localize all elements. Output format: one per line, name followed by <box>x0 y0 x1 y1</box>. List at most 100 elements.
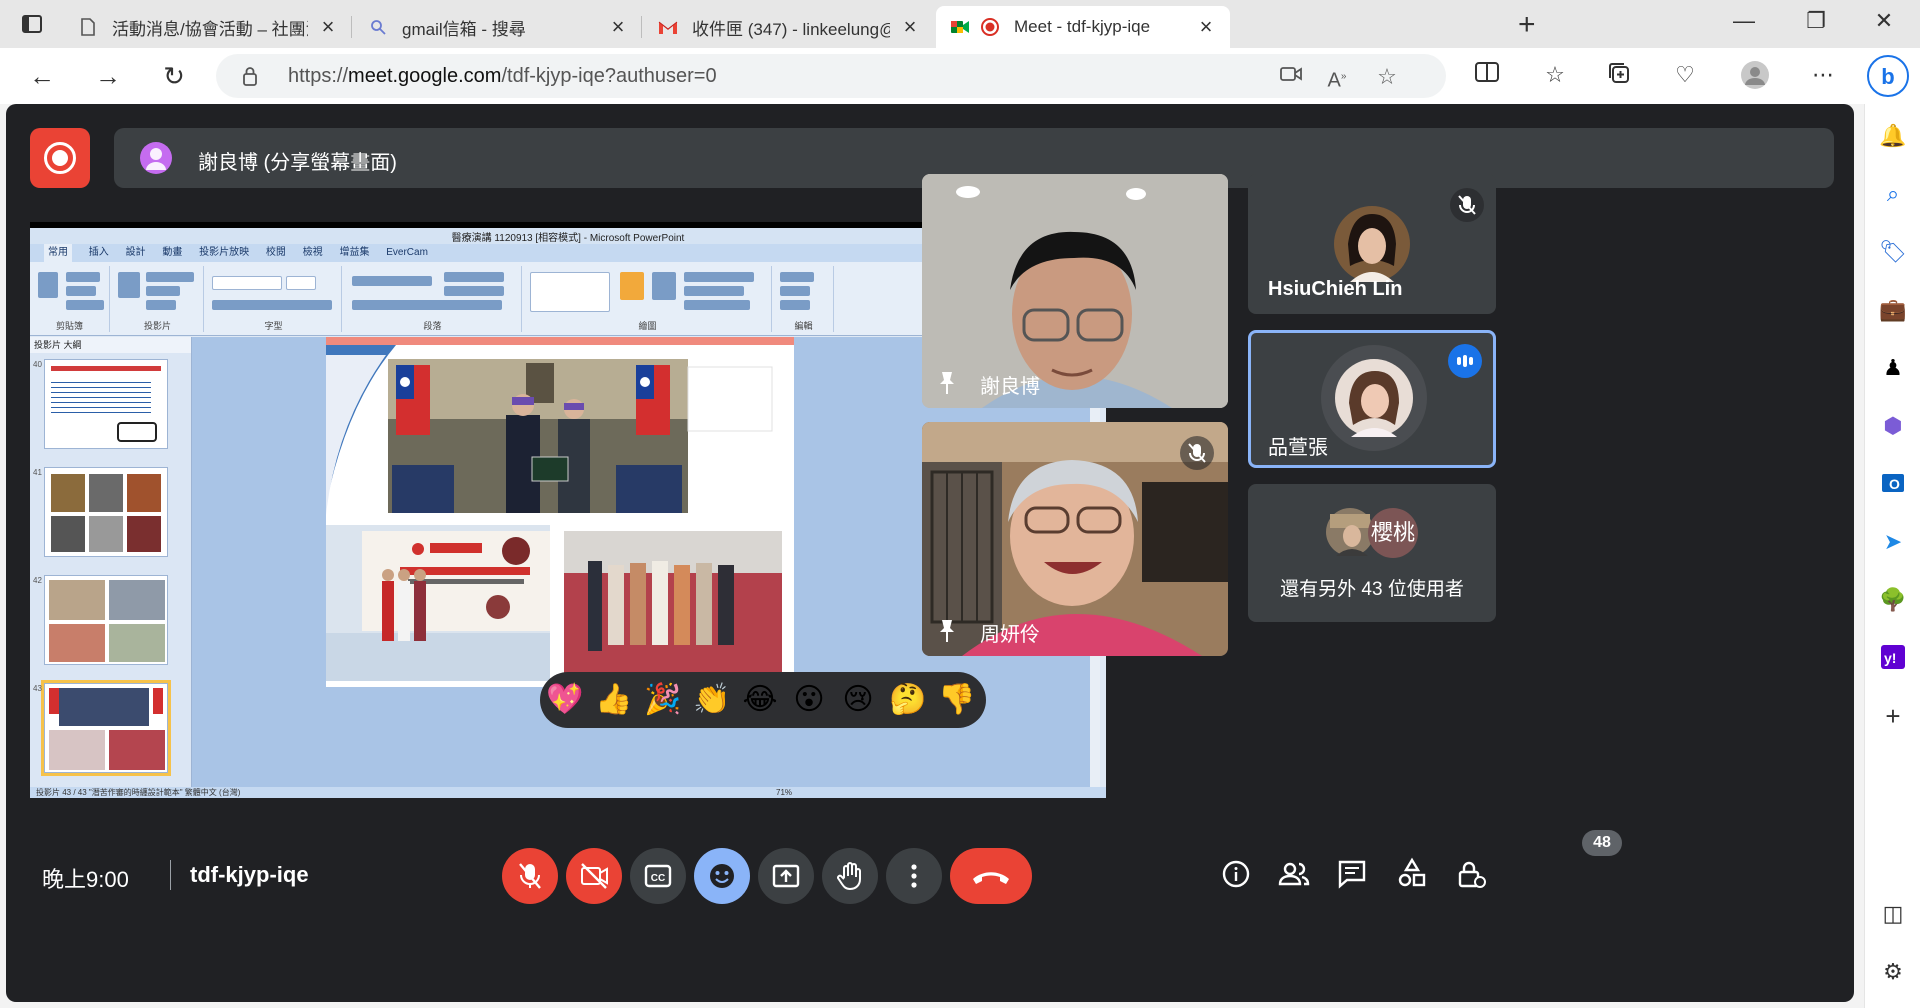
close-window-icon[interactable]: ✕ <box>1864 8 1904 34</box>
browser-tab[interactable]: gmail信箱 - 搜尋 × <box>354 6 642 48</box>
participant-video-tile[interactable]: 謝良博 <box>922 174 1228 408</box>
slide-thumbnail[interactable]: 40 <box>33 359 168 449</box>
hand-icon <box>837 862 861 891</box>
back-icon[interactable]: ← <box>26 60 58 92</box>
add-icon[interactable]: + <box>1879 702 1907 730</box>
send-icon[interactable]: ➤ <box>1879 528 1907 556</box>
tab-actions-icon[interactable] <box>20 12 44 36</box>
slide-thumbnail[interactable]: 41 <box>33 467 168 557</box>
present-screen-button[interactable] <box>758 848 814 904</box>
present-icon <box>772 864 800 888</box>
recording-icon <box>980 17 1000 37</box>
pin-icon[interactable] <box>936 618 958 644</box>
games-icon[interactable]: ♟ <box>1879 354 1907 382</box>
participant-tile-speaking[interactable]: 品萱張 <box>1248 330 1496 468</box>
copilot-icon[interactable]: b <box>1866 54 1910 98</box>
tag-icon[interactable]: 🏷 <box>1879 238 1907 266</box>
ppt-tab: 增益集 <box>339 247 370 258</box>
collections-icon[interactable] <box>1604 60 1634 90</box>
captions-button[interactable]: CC <box>630 848 686 904</box>
browser-tab-active[interactable]: Meet - tdf-kjyp-iqe × <box>936 6 1230 48</box>
presenter-avatar <box>140 142 172 174</box>
raise-hand-button[interactable] <box>822 848 878 904</box>
host-controls-icon[interactable] <box>1448 852 1492 896</box>
participant-video <box>922 174 1228 408</box>
browser-essentials-icon[interactable]: ♡ <box>1670 60 1700 90</box>
browser-tab[interactable]: 活動消息/協會活動 – 社團法人台 × <box>64 6 352 48</box>
tree-icon[interactable]: 🌳 <box>1879 586 1907 614</box>
participant-tile[interactable]: HsiuChieh Lin <box>1248 174 1496 314</box>
close-tab-icon[interactable]: × <box>318 14 338 40</box>
minimize-icon[interactable]: — <box>1724 8 1764 34</box>
svg-text:y!: y! <box>1884 650 1896 666</box>
camera-toggle-button[interactable] <box>566 848 622 904</box>
ppt-tab: 設計 <box>125 247 146 258</box>
favorites-icon[interactable]: ☆ <box>1540 60 1570 90</box>
close-tab-icon[interactable]: × <box>1196 14 1216 40</box>
split-screen-icon[interactable] <box>1472 60 1502 90</box>
more-options-button[interactable] <box>886 848 942 904</box>
more-participants-text: 還有另外 43 位使用者 <box>1280 579 1464 600</box>
slide-thumbnail-selected[interactable]: 43 <box>33 680 171 776</box>
forward-icon[interactable]: → <box>92 60 124 92</box>
participant-video-tile[interactable]: 周妍伶 <box>922 422 1228 656</box>
read-aloud-icon[interactable]: A» <box>1324 64 1350 92</box>
ppt-slide-panel: 投影片 大綱 40 41 42 43 <box>30 337 192 787</box>
ppt-tab: EverCam <box>386 247 428 258</box>
reaction-joy[interactable]: 😂 <box>742 682 778 718</box>
camera-in-use-icon[interactable] <box>1278 64 1304 90</box>
reaction-thumbs-down[interactable]: 👎 <box>938 682 975 718</box>
yahoo-icon[interactable]: y! <box>1879 644 1907 672</box>
leave-call-button[interactable] <box>950 848 1032 904</box>
slide-thumbnail[interactable]: 42 <box>33 575 168 665</box>
chat-icon[interactable] <box>1330 852 1374 896</box>
bell-icon[interactable]: 🔔 <box>1879 122 1907 150</box>
current-slide[interactable] <box>326 337 794 687</box>
reaction-crying[interactable]: 😢 <box>840 682 876 718</box>
restore-icon[interactable]: ❐ <box>1796 8 1836 34</box>
ppt-tab: 投影片放映 <box>199 247 250 258</box>
page-icon <box>78 17 98 37</box>
refresh-icon[interactable]: ↻ <box>158 60 190 92</box>
new-tab-icon[interactable]: + <box>1518 8 1536 42</box>
reaction-surprised[interactable]: 😮 <box>791 682 827 718</box>
people-icon[interactable] <box>1272 852 1316 896</box>
close-tab-icon[interactable]: × <box>900 14 920 40</box>
ribbon-group: 剪貼簿 <box>30 266 110 332</box>
more-participants-tile[interactable]: 櫻桃 還有另外 43 位使用者 <box>1248 484 1496 622</box>
participant-initial-avatar: 櫻桃 <box>1368 508 1418 558</box>
reactions-button[interactable] <box>694 848 750 904</box>
pin-icon[interactable] <box>936 370 958 396</box>
briefcase-icon[interactable]: 💼 <box>1879 296 1907 324</box>
meeting-details-icon[interactable] <box>1214 852 1258 896</box>
favorite-star-icon[interactable]: ☆ <box>1374 64 1400 90</box>
reaction-thinking[interactable]: 🤔 <box>889 682 926 718</box>
ribbon-group: 字型 <box>206 266 342 332</box>
reaction-thumbs-up[interactable]: 👍 <box>595 682 632 718</box>
browser-tab[interactable]: 收件匣 (347) - linkeelung@gmail × <box>644 6 934 48</box>
reaction-sparkling-heart[interactable]: 💖 <box>546 682 583 718</box>
close-tab-icon[interactable]: × <box>608 14 628 40</box>
settings-gear-icon[interactable]: ⚙ <box>1879 958 1907 986</box>
recording-indicator[interactable] <box>30 128 90 188</box>
emoji-icon <box>710 864 734 888</box>
more-menu-icon[interactable]: ⋯ <box>1808 60 1838 90</box>
ppt-status-bar: 投影片 43 / 43 "潛苦作審的時纏設計範本" 繁體中文 (台灣) 71% <box>30 787 1106 798</box>
search-icon[interactable]: ⌕ <box>1879 180 1907 208</box>
outlook-icon[interactable]: O <box>1879 470 1907 498</box>
activities-icon[interactable] <box>1390 852 1434 896</box>
url-text: https://meet.google.com/tdf-kjyp-iqe?aut… <box>288 65 717 87</box>
sidebar-toggle-icon[interactable]: ◫ <box>1879 900 1907 928</box>
ribbon-group: 編輯 <box>774 266 834 332</box>
tab-title: gmail信箱 - 搜尋 <box>402 19 526 39</box>
address-bar[interactable]: https://meet.google.com/tdf-kjyp-iqe?aut… <box>216 54 1446 98</box>
profile-avatar[interactable] <box>1740 60 1770 90</box>
reaction-clapping[interactable]: 👏 <box>693 682 730 718</box>
copilot-apps-icon[interactable]: ⬢ <box>1879 412 1907 440</box>
browser-sidebar: 🔔 ⌕ 🏷 💼 ♟ ⬢ O ➤ 🌳 y! + ◫ ⚙ <box>1864 104 1920 1008</box>
microphone-toggle-button[interactable] <box>502 848 558 904</box>
ppt-tab: 插入 <box>88 247 109 258</box>
lock-icon[interactable] <box>242 66 258 86</box>
reaction-party-popper[interactable]: 🎉 <box>644 682 681 718</box>
meeting-code: tdf-kjyp-iqe <box>190 862 309 887</box>
